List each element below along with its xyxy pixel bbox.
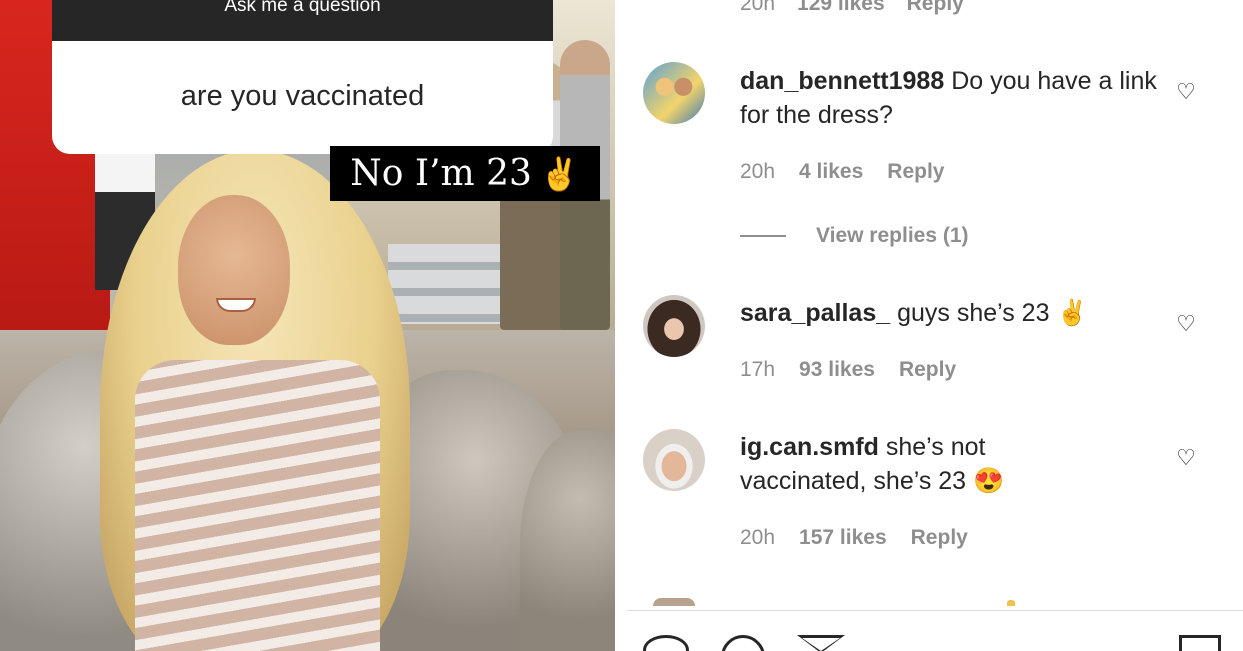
- comment-likes[interactable]: 93 likes: [799, 358, 875, 382]
- comments-panel: 20h 129 likes Reply dan_bennett1988 Do y…: [627, 0, 1243, 651]
- subject-striped-top: [135, 360, 380, 651]
- comment-time: 20h: [740, 526, 776, 549]
- view-replies-label: View replies (1): [816, 224, 969, 247]
- story-reply-caption: No I’m 23 ✌: [330, 146, 600, 201]
- like-comment-heart-icon[interactable]: ♡: [1174, 446, 1198, 470]
- screenshot: Ask me a question are you vaccinated No …: [0, 0, 1243, 651]
- previous-comment-meta: 20h 129 likes Reply: [740, 0, 964, 16]
- avatar[interactable]: [653, 598, 695, 606]
- peace-emoji-icon: ✌: [539, 154, 580, 193]
- heart-icon[interactable]: [643, 635, 689, 651]
- comment-username[interactable]: sara_pallas_: [740, 299, 890, 327]
- comment-meta: 20h 4 likes Reply: [740, 160, 944, 184]
- comment-body: sara_pallas_ guys she’s 23 ✌: [740, 296, 1160, 330]
- comment-body: ig.can.smfd she’s not vaccinated, she’s …: [740, 430, 1070, 498]
- comment-likes[interactable]: 4 likes: [799, 160, 863, 184]
- bookmark-icon[interactable]: [1179, 635, 1221, 651]
- comment-time: 20h: [740, 160, 776, 183]
- question-sticker: Ask me a question are you vaccinated: [52, 0, 553, 154]
- view-replies-line: [740, 235, 786, 237]
- story-reply-caption-text: No I’m 23: [350, 153, 532, 194]
- comment-username[interactable]: ig.can.smfd: [740, 433, 879, 461]
- like-comment-heart-icon[interactable]: ♡: [1174, 80, 1198, 104]
- subject-face: [178, 195, 290, 345]
- question-sticker-title-text: Ask me a question: [224, 0, 381, 16]
- heart-eyes-emoji-icon: 😍: [973, 467, 1005, 495]
- reply-button[interactable]: Reply: [907, 0, 964, 16]
- avatar[interactable]: [643, 295, 705, 357]
- comment-likes[interactable]: 157 likes: [799, 526, 887, 550]
- like-comment-heart-icon[interactable]: ♡: [1174, 312, 1198, 336]
- comment-icon[interactable]: [721, 635, 765, 651]
- peace-emoji-icon: ✌: [1056, 299, 1088, 327]
- comment-username[interactable]: dan_bennett1988: [740, 67, 944, 95]
- action-bar: [627, 610, 1243, 651]
- reply-button[interactable]: Reply: [887, 160, 944, 184]
- avatar[interactable]: [643, 62, 705, 124]
- question-sticker-title: Ask me a question: [52, 0, 553, 41]
- reply-button[interactable]: Reply: [899, 358, 956, 382]
- avatar[interactable]: [643, 429, 705, 491]
- share-icon[interactable]: [797, 635, 845, 651]
- comment-body: dan_bennett1988 Do you have a link for t…: [740, 64, 1160, 132]
- comment-meta: 17h 93 likes Reply: [740, 358, 956, 382]
- reply-button[interactable]: Reply: [911, 526, 968, 550]
- panel-divider: [615, 0, 627, 651]
- comment-text: guys she’s 23: [890, 299, 1057, 327]
- question-sticker-question: are you vaccinated: [180, 80, 425, 112]
- background-stairs: [388, 244, 518, 324]
- view-replies-button[interactable]: View replies (1): [740, 224, 969, 248]
- comment-time: 20h: [740, 0, 776, 15]
- emoji-icon: [1007, 600, 1015, 606]
- comment-time: 17h: [740, 358, 776, 381]
- comment-meta: 20h 157 likes Reply: [740, 526, 968, 550]
- comment-likes[interactable]: 129 likes: [797, 0, 885, 16]
- story-photo: Ask me a question are you vaccinated No …: [0, 0, 615, 651]
